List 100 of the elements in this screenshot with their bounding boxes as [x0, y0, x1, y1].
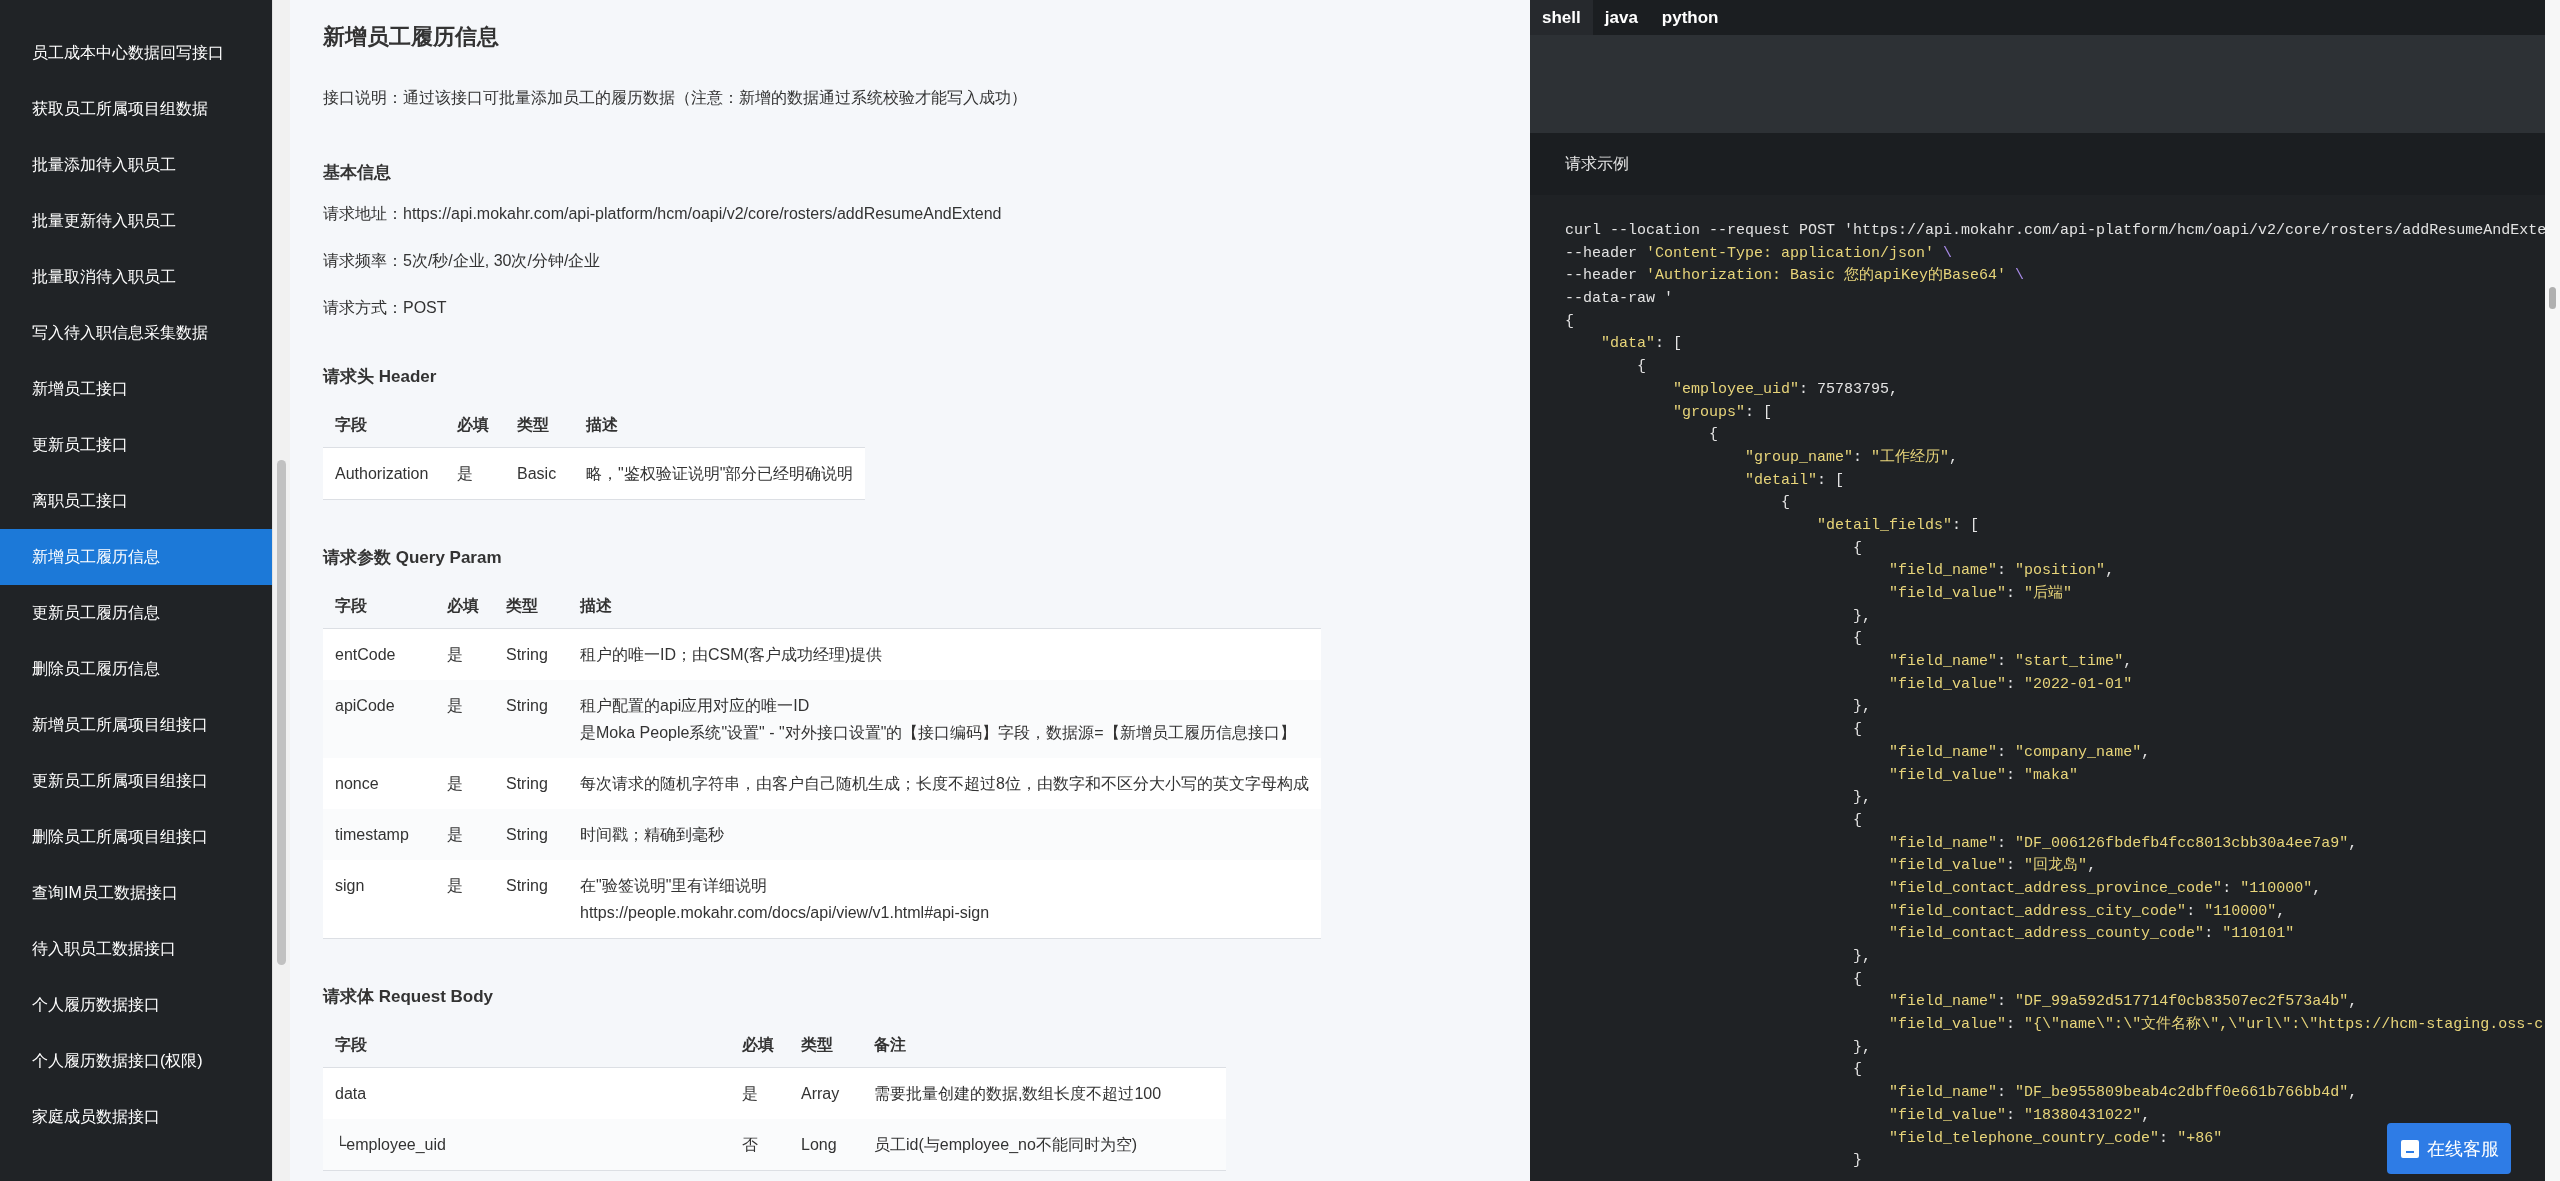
- code-line: },: [1852, 606, 1872, 627]
- table-cell: Basic: [505, 447, 574, 500]
- sidebar-item[interactable]: 批量更新待入职员工: [0, 193, 272, 249]
- code-line: "field_value": "{\"name\":\"文件名称\",\"url\":\"https://hcm-staging.oss-c: [1888, 1014, 2544, 1036]
- column-header: 字段: [323, 1024, 730, 1068]
- section-heading: 请求示例: [1565, 153, 1629, 174]
- sidebar-item[interactable]: 更新员工接口: [0, 417, 272, 473]
- column-header: 字段: [323, 585, 435, 629]
- column-header: 必填: [435, 585, 494, 629]
- sidebar-item[interactable]: 更新员工所属项目组接口: [0, 753, 272, 809]
- table-cell: 是: [435, 758, 494, 809]
- chat-icon: [2399, 1137, 2421, 1160]
- code-line: },: [1852, 788, 1872, 809]
- code-line: {: [1636, 357, 1646, 378]
- table-cell: 需要批量创建的数据,数组长度不超过100: [862, 1067, 1226, 1119]
- table-cell: String: [494, 680, 568, 758]
- code-line: "field_name": "company_name",: [1888, 742, 2151, 763]
- code-line: {: [1852, 969, 1863, 990]
- code-line: "detail_fields": [: [1816, 515, 1980, 536]
- code-line: },: [1852, 697, 1872, 718]
- sidebar-item[interactable]: 待入职员工数据接口: [0, 921, 272, 977]
- code-line: {: [1852, 810, 1863, 831]
- code-line: "groups": [: [1672, 402, 1773, 423]
- scrollbar[interactable]: [272, 0, 290, 1181]
- code-line: {: [1708, 425, 1719, 446]
- sidebar-item[interactable]: 批量取消待入职员工: [0, 249, 272, 305]
- code-line: "field_name": "start_time",: [1888, 652, 2133, 673]
- code-line: "field_name": "DF_99a592d517714f0cb83507ec2f573a4b",: [1888, 992, 2358, 1013]
- code-line: {: [1852, 720, 1863, 741]
- sidebar-item[interactable]: 离职员工接口: [0, 473, 272, 529]
- section-heading: 请求头 Header: [323, 366, 438, 388]
- sidebar-item[interactable]: 查询IM员工数据接口: [0, 865, 272, 921]
- table-cell: sign: [323, 860, 435, 939]
- code-line: {: [1852, 1060, 1863, 1081]
- chat-button[interactable]: 在线客服: [2387, 1123, 2511, 1174]
- code-line: "field_value": "maka": [1888, 765, 2079, 786]
- code-line: "field_value": "回龙岛",: [1888, 855, 2097, 877]
- table-cell: String: [494, 758, 568, 809]
- code-line: "field_name": "DF_be955809beab4c2dbff0e661b766bb4d",: [1888, 1083, 2358, 1104]
- sidebar-item[interactable]: 删除员工履历信息: [0, 641, 272, 697]
- table-cell: 否: [730, 1119, 789, 1171]
- code-line: "field_contact_address_county_code": "110101": [1888, 924, 2295, 945]
- table-cell: String: [494, 860, 568, 939]
- code-line: curl --location --request POST 'https://api.mokahr.com/api-platform/hcm/oapi/v2/core/rosters/addResumeAndExte: [1565, 221, 2545, 241]
- language-tab[interactable]: shell: [1530, 0, 1593, 35]
- info-line: 请求地址：https://api.mokahr.com/api-platform/hcm/oapi/v2/core/rosters/addResumeAndExtend: [323, 204, 1003, 224]
- code-line: "field_value": "后端": [1888, 583, 2073, 604]
- code-line: "field_contact_address_city_code": "110000",: [1888, 901, 2286, 922]
- table-cell: timestamp: [323, 809, 435, 860]
- code-line: {: [1852, 538, 1863, 559]
- column-header: 必填: [445, 404, 505, 448]
- column-header: 字段: [323, 404, 445, 448]
- sidebar-item[interactable]: 批量添加待入职员工: [0, 137, 272, 193]
- table-cell: 是: [730, 1067, 789, 1119]
- code-line: "data": [: [1600, 334, 1683, 355]
- table-cell: apiCode: [323, 680, 435, 758]
- language-tab[interactable]: python: [1649, 0, 1731, 35]
- code-line: },: [1852, 947, 1872, 967]
- sidebar-item[interactable]: 家庭成员数据接口: [0, 1089, 272, 1145]
- table-cell: Authorization: [323, 447, 445, 500]
- section-heading: 请求体 Request Body: [323, 986, 495, 1008]
- code-line: "field_name": "DF_006126fbdefb4fcc8013cbb30a4ee7a9",: [1888, 833, 2358, 854]
- column-header: 类型: [505, 404, 574, 448]
- code-line: "field_value": "18380431022",: [1888, 1105, 2151, 1126]
- table-cell: 是: [435, 680, 494, 758]
- code-line: --data-raw ': [1565, 289, 1674, 310]
- sidebar-item[interactable]: 个人履历数据接口: [0, 977, 272, 1033]
- sidebar-item[interactable]: 个人履历数据接口(权限): [0, 1033, 272, 1089]
- sidebar-item[interactable]: 新增员工所属项目组接口: [0, 697, 272, 753]
- sidebar-item[interactable]: 员工成本中心数据回写接口: [0, 25, 272, 81]
- page-title: 新增员工履历信息: [323, 23, 500, 51]
- sidebar-item[interactable]: 写入待入职信息采集数据: [0, 305, 272, 361]
- table-cell: String: [494, 628, 568, 680]
- table-cell: 租户的唯一ID；由CSM(客户成功经理)提供: [568, 628, 1321, 680]
- code-line: "field_telephone_country_code": "+86": [1888, 1128, 2223, 1149]
- table-cell: 在"验签说明"里有详细说明 https://people.mokahr.com/docs/api/view/v1.html#api-sign: [568, 860, 1321, 939]
- table-cell: nonce: [323, 758, 435, 809]
- info-line: 请求频率：5次/秒/企业, 30次/分钟/企业: [323, 251, 602, 271]
- sidebar-item[interactable]: 更新员工履历信息: [0, 585, 272, 641]
- language-tab[interactable]: java: [1592, 0, 1650, 35]
- code-line: "employee_uid": 75783795,: [1672, 379, 1899, 400]
- table-cell: 略，"鉴权验证说明"部分已经明确说明: [574, 447, 866, 500]
- code-line: "group_name": "工作经历",: [1744, 447, 1959, 468]
- table-cell: 是: [435, 628, 494, 680]
- section-heading: 基本信息: [323, 162, 392, 184]
- info-line: 请求方式：POST: [323, 298, 448, 318]
- table-cell: 员工id(与employee_no不能同时为空): [862, 1119, 1226, 1171]
- column-header: 描述: [568, 585, 1321, 629]
- code-line: {: [1780, 493, 1791, 514]
- table-cell: 是: [445, 447, 505, 500]
- sidebar-item[interactable]: 新增员工接口: [0, 361, 272, 417]
- column-header: 类型: [494, 585, 568, 629]
- sidebar-item[interactable]: 新增员工履历信息: [0, 529, 272, 585]
- sidebar-item[interactable]: 获取员工所属项目组数据: [0, 81, 272, 137]
- scrollbar[interactable]: [2545, 0, 2560, 1181]
- table-cell: 是: [435, 809, 494, 860]
- table-cell: String: [494, 809, 568, 860]
- sidebar-item[interactable]: 删除员工所属项目组接口: [0, 809, 272, 865]
- code-line: }: [1852, 1151, 1863, 1172]
- table-cell: 是: [435, 860, 494, 939]
